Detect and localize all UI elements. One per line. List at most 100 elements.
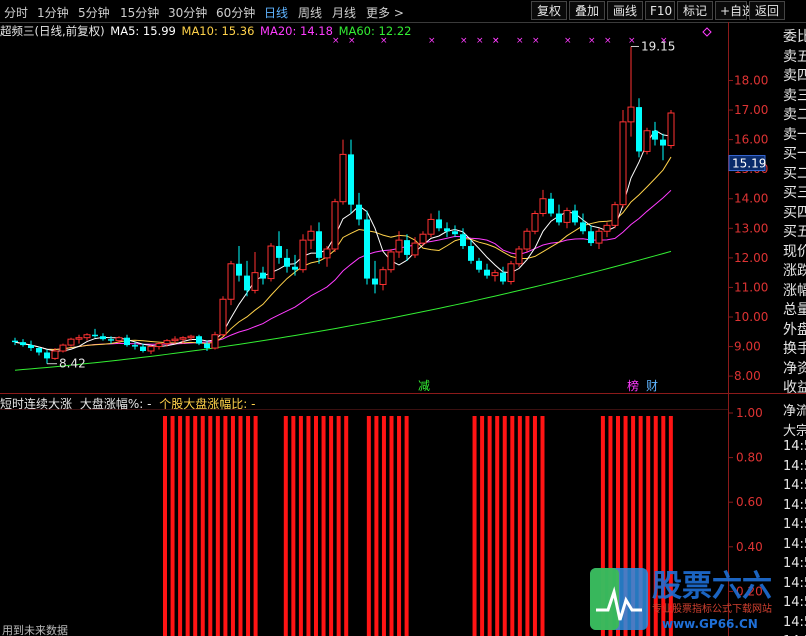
candle-body-down xyxy=(204,343,210,349)
candle-body-down xyxy=(132,345,138,347)
tag-list-label: 榜 xyxy=(627,378,639,393)
indicator-tick-label: 0.60 xyxy=(736,495,763,509)
candle-body-down xyxy=(20,342,26,346)
signal-bar xyxy=(344,416,349,636)
signal-bar xyxy=(178,416,183,636)
signal-bar xyxy=(246,416,251,636)
candle-body-down xyxy=(652,130,658,140)
signal-bar xyxy=(404,416,409,636)
quote-panel-label: 买三 xyxy=(783,185,806,201)
candle-body-up xyxy=(339,153,347,203)
tick-time-label: 净流 xyxy=(783,404,806,419)
quote-panel-label: 卖二 xyxy=(783,107,806,123)
signal-bar xyxy=(502,416,507,636)
candle-body-down xyxy=(124,337,130,346)
signal-bar xyxy=(366,416,371,636)
signal-bar xyxy=(389,416,394,636)
candle-body-up xyxy=(507,263,515,283)
signal-bar xyxy=(381,416,386,636)
price-tick-label: 13.00 xyxy=(734,221,768,235)
tick-time-label: 大宗 xyxy=(783,423,806,439)
indicator-tick-label: 0.80 xyxy=(736,451,763,465)
candle-body-down xyxy=(36,348,42,353)
tick-time-label: 14:5 xyxy=(783,536,806,552)
signal-bar xyxy=(329,416,334,636)
candle-body-down xyxy=(548,198,554,214)
price-tick-label: 16.00 xyxy=(734,133,768,147)
quote-panel-label: 涨跌 xyxy=(783,263,806,279)
tag-finance-label: 财 xyxy=(646,379,658,393)
quote-panel-label: 买一 xyxy=(783,146,806,162)
candle-body-up xyxy=(323,248,331,259)
kline-chart[interactable]: 18.0017.0016.0015.0014.0013.0012.0011.00… xyxy=(0,0,806,636)
quote-side-panel: 委比 卖五 卖四 卖三 卖二 卖一 买一 买二 买三 买四 买五 现价 涨跌 涨幅 总量 外盘 换手 净资 收益 净流… xyxy=(781,22,806,636)
candle-body-down xyxy=(436,219,442,229)
quote-panel-label: 委比 xyxy=(783,29,806,45)
candle-body-up xyxy=(523,230,531,250)
top-marker-icon: × xyxy=(532,36,540,46)
candle-body-down xyxy=(460,234,466,247)
candle-body-up xyxy=(395,239,403,253)
quote-panel-label: 买二 xyxy=(783,165,806,182)
candle-body-down xyxy=(444,228,450,232)
price-tick-label: 9.00 xyxy=(734,340,761,354)
candle-body-up xyxy=(179,337,187,340)
candle-body-down xyxy=(468,246,474,261)
candle-body-down xyxy=(572,210,578,223)
candle-body-up xyxy=(75,337,83,340)
signal-bar xyxy=(230,416,235,636)
price-tick-label: 18.00 xyxy=(734,73,768,87)
candle-body-down xyxy=(28,345,34,349)
candle-body-up xyxy=(491,272,499,277)
candle-body-down xyxy=(500,272,506,282)
candle-body-down xyxy=(636,107,642,152)
candle-body-down xyxy=(140,346,146,351)
quote-panel-label: 卖四 xyxy=(783,68,806,84)
price-tick-label: 8.00 xyxy=(734,369,761,383)
candle-body-up xyxy=(531,213,539,232)
signal-bar xyxy=(480,416,485,636)
candle-body-up xyxy=(427,218,435,235)
quote-panel-label: 卖三 xyxy=(783,87,806,104)
candle-body-up xyxy=(171,338,179,342)
top-marker-icon: × xyxy=(380,36,388,46)
ma60-line xyxy=(14,250,672,371)
candle-body-up xyxy=(515,248,523,265)
top-marker-icon: × xyxy=(460,36,468,46)
candle-body-up xyxy=(299,239,307,271)
candle-body-up xyxy=(219,298,227,336)
candle-body-down xyxy=(372,278,378,285)
top-marker-icon: × xyxy=(588,36,596,46)
signal-bar xyxy=(321,416,326,636)
current-price-label: 15.19 xyxy=(732,157,766,171)
high-label: 19.15 xyxy=(641,39,675,53)
quote-panel-label: 外盘 xyxy=(783,321,806,338)
candle-body-down xyxy=(452,231,458,235)
low-label: 8.42 xyxy=(59,357,86,371)
top-marker-icon: × xyxy=(348,36,356,46)
signal-bar xyxy=(283,416,288,636)
indicator-title: 短时连续大涨 xyxy=(0,397,73,411)
watermark-subtitle: 专业股票指标公式下载网站 xyxy=(652,602,772,615)
candle-body-up xyxy=(187,335,195,339)
candle-body-down xyxy=(660,139,666,146)
indicator-tick-label: 1.00 xyxy=(736,406,763,420)
tag-reduce-label: 减 xyxy=(418,379,430,393)
candle-body-down xyxy=(260,272,266,279)
candle-body-down xyxy=(44,352,50,359)
signal-bar xyxy=(185,416,190,636)
candle-body-down xyxy=(356,204,362,220)
candle-body-up xyxy=(155,343,163,348)
watermark-logo: 股票六六 专业股票指标公式下载网站 www.GP66.CN xyxy=(586,562,806,636)
candle-body-up xyxy=(627,106,635,123)
candle-body-up xyxy=(211,334,219,349)
top-marker-icon: × xyxy=(332,36,340,46)
candle-body-down xyxy=(236,263,242,276)
candle-body-up xyxy=(667,112,675,147)
top-marker-icon: × xyxy=(428,36,436,46)
candle-body-up xyxy=(643,130,651,152)
signal-bar xyxy=(215,416,220,636)
signal-bar xyxy=(510,416,515,636)
candle-body-down xyxy=(292,266,298,270)
signal-bar xyxy=(193,416,198,636)
